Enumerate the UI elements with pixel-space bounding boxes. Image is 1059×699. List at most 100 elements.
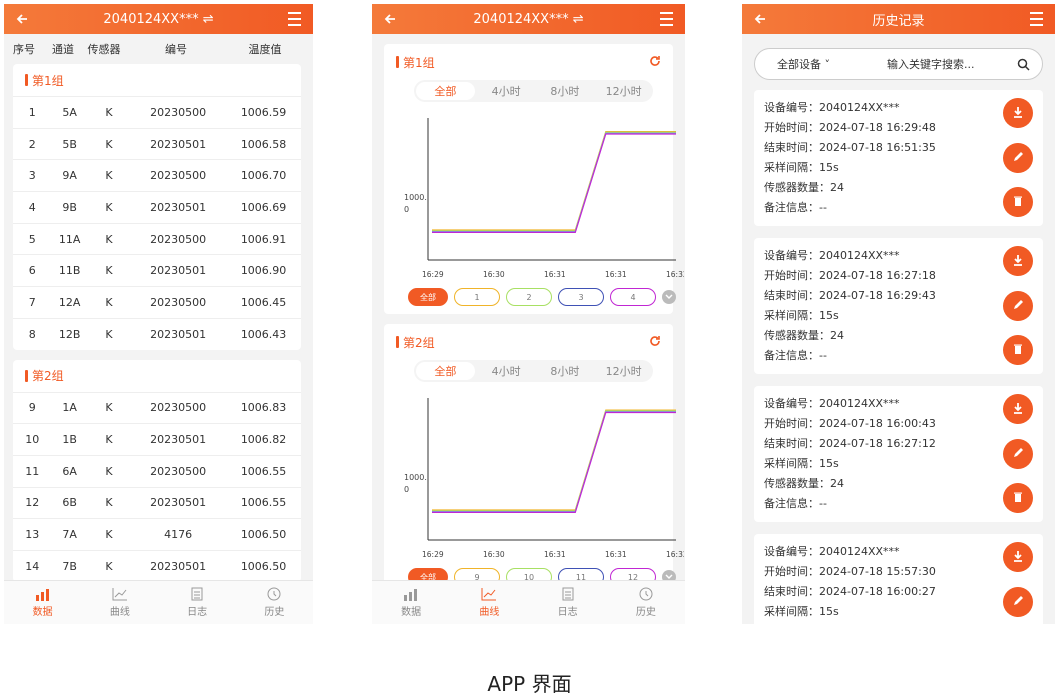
back-arrow-icon[interactable]: [382, 13, 398, 25]
record-field: 结束时间：2024-07-18 16:00:27: [764, 585, 936, 598]
group-name: 第2组: [403, 335, 435, 350]
edit-button[interactable]: [1003, 291, 1033, 321]
tab-data[interactable]: 数据: [4, 581, 81, 624]
edit-button[interactable]: [1003, 587, 1033, 617]
series-line: [432, 132, 676, 233]
cell-code: 20230501: [150, 559, 207, 573]
record-field: 设备编号：2040124XX***: [764, 397, 900, 410]
bottom-tab-bar: 数据 曲线 日志 历史: [4, 580, 313, 624]
series-chip[interactable]: 4: [610, 288, 656, 306]
delete-button[interactable]: [1003, 335, 1033, 365]
cell-channel: 9B: [62, 200, 77, 214]
series-chip[interactable]: 1: [454, 288, 500, 306]
record-field: 结束时间：2024-07-18 16:51:35: [764, 141, 936, 154]
tab-log[interactable]: 日志: [159, 581, 236, 624]
cell-index: 9: [28, 401, 36, 415]
x-tick-label: 16:32: [666, 550, 684, 559]
cell-channel: 11A: [58, 232, 81, 246]
chip-all[interactable]: 全部: [408, 288, 448, 306]
cell-code: 4176: [164, 528, 193, 542]
cell-code: 20230500: [150, 401, 207, 415]
header-index: 序号: [13, 43, 35, 56]
cell-sensor: K: [105, 327, 113, 341]
tab-history[interactable]: 历史: [236, 581, 313, 624]
menu-icon[interactable]: [659, 10, 675, 28]
table-row: 13 7A K 4176 1006.50: [13, 518, 301, 550]
cell-code: 20230500: [150, 295, 207, 309]
top-bar: 2040124XX*** ⇌: [4, 4, 313, 34]
series-chip[interactable]: 3: [558, 288, 604, 306]
range-tab[interactable]: 全部: [416, 362, 475, 380]
history-record-card: 设备编号：2040124XX*** 开始时间：2024-07-18 16:27:1…: [754, 238, 1043, 374]
tab-label: 数据: [401, 607, 422, 618]
range-tab[interactable]: 全部: [416, 82, 475, 100]
header-code: 编号: [165, 43, 187, 56]
x-tick-label: 16:29: [422, 270, 444, 279]
y-tick-label: 1000.: [404, 193, 427, 202]
cell-temperature: 1006.59: [240, 105, 287, 119]
bar-chart-icon: [35, 589, 49, 601]
cell-index: 7: [28, 295, 36, 309]
download-button[interactable]: [1003, 542, 1033, 572]
download-button[interactable]: [1003, 246, 1033, 276]
x-tick-label: 16:31: [544, 550, 566, 559]
range-tab[interactable]: 4小时: [477, 80, 536, 102]
record-field: 开始时间：2024-07-18 16:27:18: [764, 269, 936, 282]
tab-log[interactable]: 日志: [529, 581, 607, 624]
delete-button[interactable]: [1003, 483, 1033, 513]
delete-button[interactable]: [1003, 187, 1033, 217]
menu-icon[interactable]: [287, 10, 303, 28]
history-list: 设备编号：2040124XX*** 开始时间：2024-07-18 16:29:4…: [742, 90, 1055, 624]
bar-chart-icon: [404, 589, 418, 601]
refresh-icon[interactable]: [649, 55, 661, 67]
record-field: 采样间隔：15s: [764, 161, 839, 174]
cell-index: 4: [28, 200, 36, 214]
range-tab[interactable]: 12小时: [594, 360, 653, 382]
edit-button[interactable]: [1003, 439, 1033, 469]
device-title[interactable]: 2040124XX*** ⇌: [103, 12, 213, 27]
back-arrow-icon[interactable]: [14, 13, 30, 25]
range-tab[interactable]: 8小时: [536, 360, 595, 382]
tab-curve[interactable]: 曲线: [450, 581, 528, 624]
x-tick-label: 16:31: [544, 270, 566, 279]
search-input[interactable]: 输入关键字搜索...: [857, 56, 1017, 72]
tab-label: 曲线: [109, 607, 130, 618]
series-chip[interactable]: 2: [506, 288, 552, 306]
x-tick-label: 16:31: [605, 550, 627, 559]
table-row: 4 9B K 20230501 1006.69: [13, 191, 301, 223]
line-chart-icon: [112, 588, 127, 601]
cell-temperature: 1006.70: [240, 169, 287, 183]
table-row: 10 1B K 20230501 1006.82: [13, 423, 301, 455]
cell-index: 5: [28, 232, 36, 246]
search-icon[interactable]: [1017, 58, 1030, 71]
refresh-icon[interactable]: [649, 335, 661, 347]
menu-icon[interactable]: [1029, 10, 1045, 28]
device-filter-dropdown[interactable]: 全部设备 ˅: [767, 56, 857, 72]
range-tab[interactable]: 4小时: [477, 360, 536, 382]
edit-button[interactable]: [1003, 143, 1033, 173]
series-filter-chips: 全部 1 2 3 4: [408, 288, 676, 306]
tab-curve[interactable]: 曲线: [81, 581, 158, 624]
group-marker: [25, 369, 28, 382]
range-tab[interactable]: 12小时: [594, 80, 653, 102]
chevron-down-icon[interactable]: [662, 290, 676, 304]
back-arrow-icon[interactable]: [752, 13, 768, 25]
download-button[interactable]: [1003, 394, 1033, 424]
group-name: 第1组: [403, 55, 435, 70]
cell-channel: 7B: [62, 559, 77, 573]
series-line: [432, 131, 676, 231]
history-icon: [267, 587, 281, 601]
tab-data[interactable]: 数据: [372, 581, 450, 624]
download-button[interactable]: [1003, 98, 1033, 128]
log-icon: [562, 587, 574, 601]
tab-label: 数据: [32, 607, 53, 618]
tab-history[interactable]: 历史: [607, 581, 685, 624]
group-name: 第2组: [32, 369, 64, 383]
record-field: 采样间隔：15s: [764, 309, 839, 322]
cell-temperature: 1006.82: [240, 433, 287, 447]
range-tab[interactable]: 8小时: [536, 80, 595, 102]
cell-temperature: 1006.90: [240, 264, 287, 278]
cell-index: 2: [28, 137, 36, 151]
device-title[interactable]: 2040124XX*** ⇌: [473, 12, 583, 27]
record-field: 设备编号：2040124XX***: [764, 545, 900, 558]
